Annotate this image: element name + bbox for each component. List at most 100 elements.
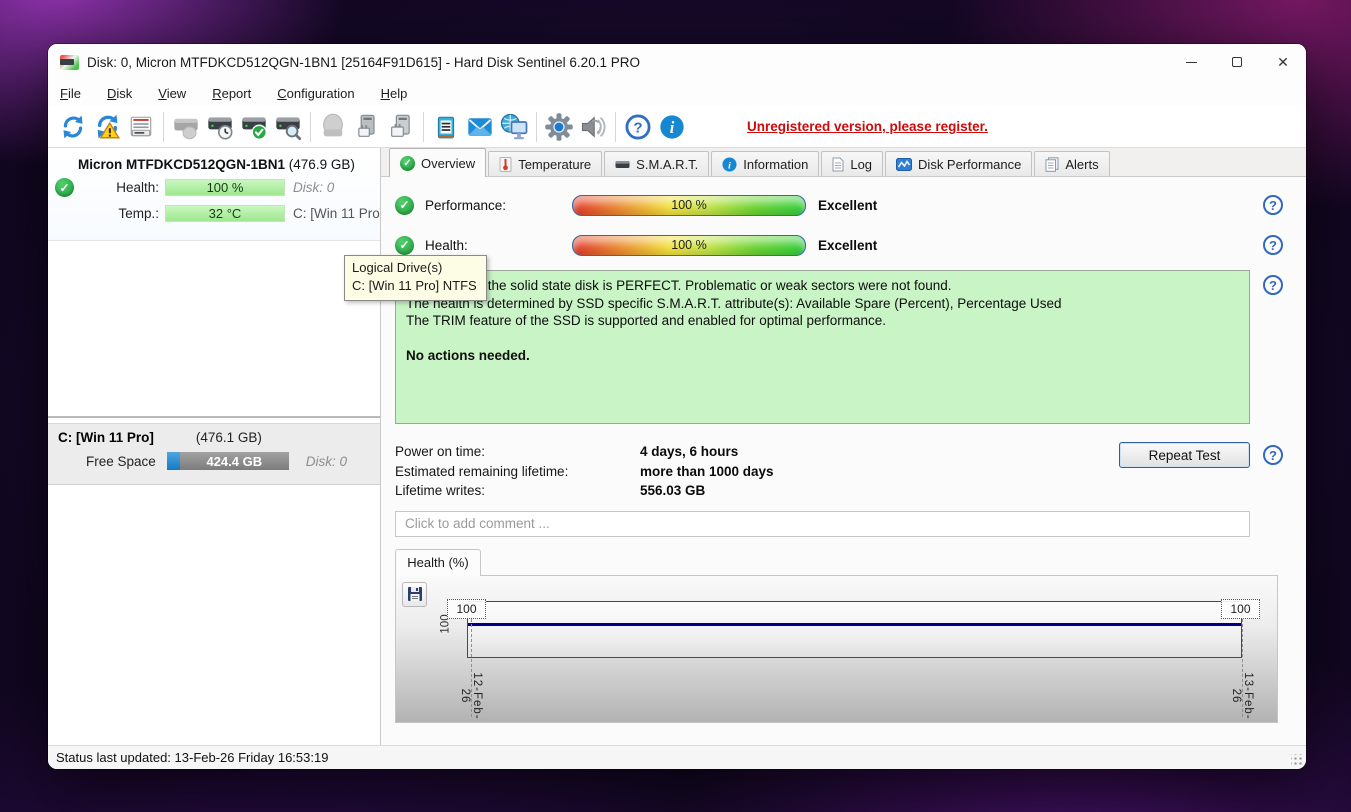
- refresh-warning-icon[interactable]: [90, 110, 124, 144]
- overview-page: ✓ Performance: 100 % Excellent ? ✓ Healt…: [381, 177, 1306, 745]
- repeat-test-help-icon[interactable]: ?: [1263, 445, 1283, 465]
- toolbar-separator: [163, 112, 164, 142]
- window-title: Disk: 0, Micron MTFDKCD512QGN-1BN1 [2516…: [87, 55, 640, 70]
- health-label: Health:: [85, 180, 159, 195]
- disk-eject-icon[interactable]: [384, 110, 418, 144]
- menu-disk[interactable]: Disk: [107, 86, 132, 101]
- no-actions-text: No actions needed.: [406, 347, 1239, 365]
- help-icon[interactable]: ?: [621, 110, 655, 144]
- health-help-icon[interactable]: ?: [1263, 235, 1283, 255]
- disk-remove-icon[interactable]: [350, 110, 384, 144]
- settings-gear-icon[interactable]: [542, 110, 576, 144]
- sound-icon[interactable]: [576, 110, 610, 144]
- menu-view[interactable]: View: [158, 86, 186, 101]
- x-axis-label-right: 13-Feb-26: [1230, 665, 1254, 727]
- toolbar: ? i Unregistered version, please registe…: [48, 106, 1306, 148]
- window-controls: ✕: [1168, 44, 1306, 80]
- maximize-icon: [1232, 57, 1242, 67]
- disk-status-text: The status of the solid state disk is PE…: [395, 270, 1250, 424]
- disk-ok-icon: ✓: [55, 178, 74, 197]
- health-chart-tab[interactable]: Health (%): [395, 549, 481, 576]
- health-meter-label: Health:: [425, 238, 572, 253]
- health-rating: Excellent: [818, 238, 877, 253]
- titlebar: Disk: 0, Micron MTFDKCD512QGN-1BN1 [2516…: [48, 44, 1306, 80]
- tab-smart[interactable]: S.M.A.R.T.: [604, 151, 709, 176]
- performance-chart-icon: [896, 158, 912, 171]
- overview-tab-icon: ✓: [400, 156, 415, 171]
- performance-ok-icon: ✓: [395, 196, 414, 215]
- toolbar-separator: [310, 112, 311, 142]
- unregistered-link[interactable]: Unregistered version, please register.: [747, 119, 988, 134]
- menu-report[interactable]: Report: [212, 86, 251, 101]
- status-text: Status last updated: 13-Feb-26 Friday 16…: [56, 750, 328, 765]
- partition-list-item[interactable]: C: [Win 11 Pro](476.1 GB) Free Space 424…: [48, 423, 380, 485]
- info-icon[interactable]: i: [655, 110, 689, 144]
- temp-bar: 32 °C: [165, 205, 285, 222]
- tab-temperature[interactable]: Temperature: [488, 151, 602, 176]
- disk-icon: [615, 160, 630, 169]
- performance-label: Performance:: [425, 198, 572, 213]
- performance-help-icon[interactable]: ?: [1263, 195, 1283, 215]
- svg-text:i: i: [670, 117, 675, 136]
- tab-alerts[interactable]: Alerts: [1034, 151, 1109, 176]
- partition-size: (476.1 GB): [196, 430, 262, 445]
- health-series-line: [468, 623, 1241, 626]
- disk-analyse-icon[interactable]: [271, 110, 305, 144]
- minimize-icon: [1186, 62, 1197, 63]
- minimize-button[interactable]: [1168, 44, 1214, 80]
- document-icon: [832, 157, 844, 172]
- logical-drive-tooltip: Logical Drive(s) C: [Win 11 Pro] NTFS: [344, 255, 487, 301]
- toolbar-separator: [536, 112, 537, 142]
- main-area: Micron MTFDKCD512QGN-1BN1 (476.9 GB) ✓ H…: [48, 148, 1306, 745]
- refresh-icon[interactable]: [56, 110, 90, 144]
- tab-overview[interactable]: ✓ Overview: [389, 148, 486, 177]
- lifetime-stats: Power on time:4 days, 6 hours Estimated …: [395, 442, 774, 501]
- log-icon[interactable]: [429, 110, 463, 144]
- mail-icon[interactable]: [463, 110, 497, 144]
- save-chart-button[interactable]: [402, 582, 427, 607]
- network-icon[interactable]: [497, 110, 531, 144]
- tab-disk-performance[interactable]: Disk Performance: [885, 151, 1032, 176]
- menu-help[interactable]: Help: [381, 86, 408, 101]
- disk-sidebar: Micron MTFDKCD512QGN-1BN1 (476.9 GB) ✓ H…: [48, 148, 381, 745]
- tab-log[interactable]: Log: [821, 151, 883, 176]
- tab-bar: ✓ Overview Temperature S.M.A.R.T. i Info…: [381, 148, 1306, 177]
- temp-label: Temp.:: [85, 206, 159, 221]
- data-point-label-right: 100: [1221, 599, 1260, 619]
- content-area: ✓ Overview Temperature S.M.A.R.T. i Info…: [381, 148, 1306, 745]
- data-point-label-left: 100: [447, 599, 486, 619]
- health-chart: 100 100 100 12-Feb-26 13-Feb-26: [395, 575, 1278, 723]
- svg-text:?: ?: [633, 119, 642, 136]
- menubar: File Disk View Report Configuration Help: [48, 80, 1306, 106]
- disk-test-ok-icon[interactable]: [237, 110, 271, 144]
- used-space-segment: [167, 452, 180, 470]
- repeat-test-button[interactable]: Repeat Test: [1119, 442, 1250, 468]
- app-icon: [60, 55, 79, 70]
- status-help-icon[interactable]: ?: [1263, 275, 1283, 295]
- app-window: Disk: 0, Micron MTFDKCD512QGN-1BN1 [2516…: [48, 44, 1306, 769]
- free-space-value: 424.4 GB: [180, 452, 289, 470]
- partition-disk-number: Disk: 0: [304, 454, 347, 469]
- menu-file[interactable]: File: [60, 86, 81, 101]
- disk-schedule-icon[interactable]: [203, 110, 237, 144]
- disk-list-item[interactable]: Micron MTFDKCD512QGN-1BN1 (476.9 GB) ✓ H…: [48, 152, 380, 241]
- thermometer-icon: [499, 157, 512, 172]
- disk-acoustic-icon[interactable]: [169, 110, 203, 144]
- menu-configuration[interactable]: Configuration: [277, 86, 354, 101]
- disk-disabled-icon[interactable]: [316, 110, 350, 144]
- performance-meter: 100 %: [572, 195, 806, 216]
- x-axis-label-left: 12-Feb-26: [459, 665, 483, 727]
- partition-name: C: [Win 11 Pro]: [58, 430, 154, 445]
- disk-title: Micron MTFDKCD512QGN-1BN1 (476.9 GB): [48, 157, 380, 172]
- health-meter: 100 %: [572, 235, 806, 256]
- close-button[interactable]: ✕: [1260, 44, 1306, 80]
- svg-text:i: i: [728, 160, 731, 171]
- resize-grip[interactable]: [1291, 754, 1303, 766]
- comment-input[interactable]: [395, 511, 1250, 537]
- toolbar-separator: [423, 112, 424, 142]
- maximize-button[interactable]: [1214, 44, 1260, 80]
- free-space-bar: 424.4 GB: [167, 452, 289, 470]
- tab-information[interactable]: i Information: [711, 151, 819, 176]
- health-bar: 100 %: [165, 179, 285, 196]
- report-icon[interactable]: [124, 110, 158, 144]
